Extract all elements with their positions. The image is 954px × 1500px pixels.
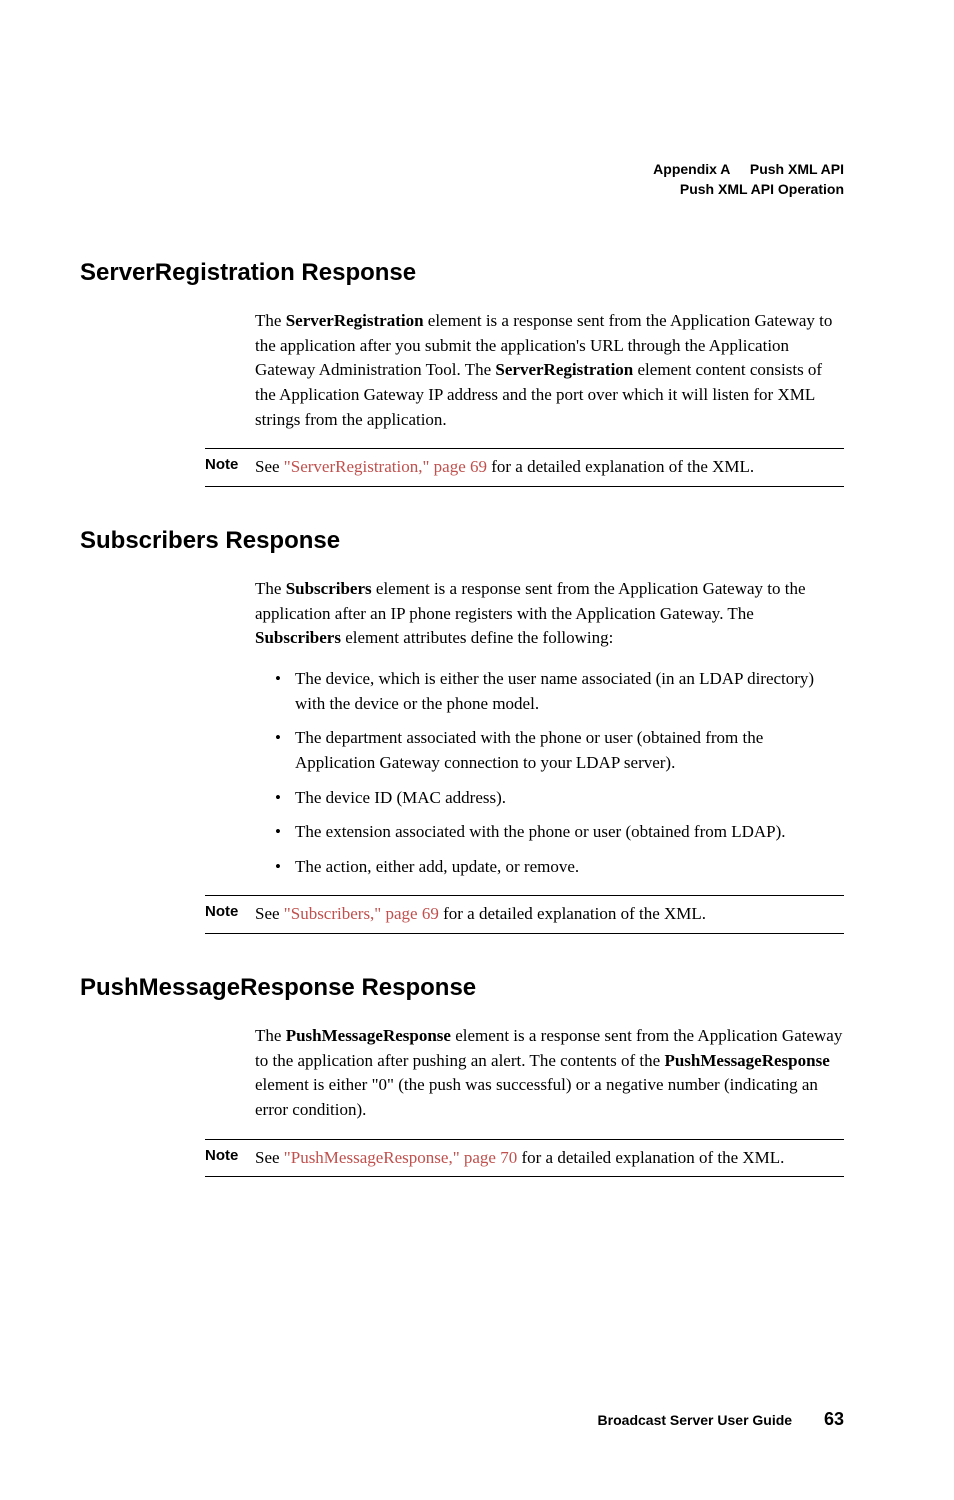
rule [205, 448, 844, 449]
list-item: The department associated with the phone… [275, 726, 844, 775]
page-footer: Broadcast Server User Guide 63 [598, 1409, 844, 1430]
note-suffix: for a detailed explanation of the XML. [517, 1148, 784, 1167]
link-pushmessageresponse[interactable]: "PushMessageResponse," page 70 [284, 1148, 517, 1167]
heading-pushmessageresponse: PushMessageResponse Response [80, 974, 844, 1002]
note-prefix: See [255, 904, 284, 923]
note-text: See "PushMessageResponse," page 70 for a… [255, 1146, 844, 1171]
note-prefix: See [255, 1148, 284, 1167]
footer-text: Broadcast Server User Guide [598, 1412, 793, 1428]
note-label: Note [205, 1146, 255, 1164]
header-appendix: Appendix A [653, 161, 730, 177]
header-line1: Appendix A Push XML API [80, 160, 844, 180]
running-header: Appendix A Push XML API Push XML API Ope… [80, 160, 844, 199]
para-pushmessageresponse: The PushMessageResponse element is a res… [255, 1024, 844, 1123]
note-pushmessageresponse: Note See "PushMessageResponse," page 70 … [205, 1146, 844, 1171]
list-item: The extension associated with the phone … [275, 820, 844, 845]
bullet-list-subscribers: The device, which is either the user nam… [275, 667, 844, 879]
page-container: Appendix A Push XML API Push XML API Ope… [0, 0, 954, 1241]
para-serverregistration: The ServerRegistration element is a resp… [255, 309, 844, 432]
rule [205, 1176, 844, 1177]
note-subscribers: Note See "Subscribers," page 69 for a de… [205, 902, 844, 927]
rule [205, 895, 844, 896]
link-serverregistration[interactable]: "ServerRegistration," page 69 [284, 457, 487, 476]
note-prefix: See [255, 457, 284, 476]
link-subscribers[interactable]: "Subscribers," page 69 [284, 904, 439, 923]
note-serverregistration: Note See "ServerRegistration," page 69 f… [205, 455, 844, 480]
header-line2: Push XML API Operation [80, 180, 844, 200]
header-title: Push XML API [750, 161, 844, 177]
list-item: The device, which is either the user nam… [275, 667, 844, 716]
page-number: 63 [824, 1409, 844, 1429]
note-suffix: for a detailed explanation of the XML. [487, 457, 754, 476]
para-subscribers: The Subscribers element is a response se… [255, 577, 844, 651]
note-text: See "ServerRegistration," page 69 for a … [255, 455, 844, 480]
rule [205, 933, 844, 934]
note-label: Note [205, 455, 255, 473]
note-text: See "Subscribers," page 69 for a detaile… [255, 902, 844, 927]
list-item: The device ID (MAC address). [275, 786, 844, 811]
list-item: The action, either add, update, or remov… [275, 855, 844, 880]
note-suffix: for a detailed explanation of the XML. [439, 904, 706, 923]
rule [205, 1139, 844, 1140]
heading-subscribers: Subscribers Response [80, 527, 844, 555]
rule [205, 486, 844, 487]
note-label: Note [205, 902, 255, 920]
heading-serverregistration: ServerRegistration Response [80, 259, 844, 287]
